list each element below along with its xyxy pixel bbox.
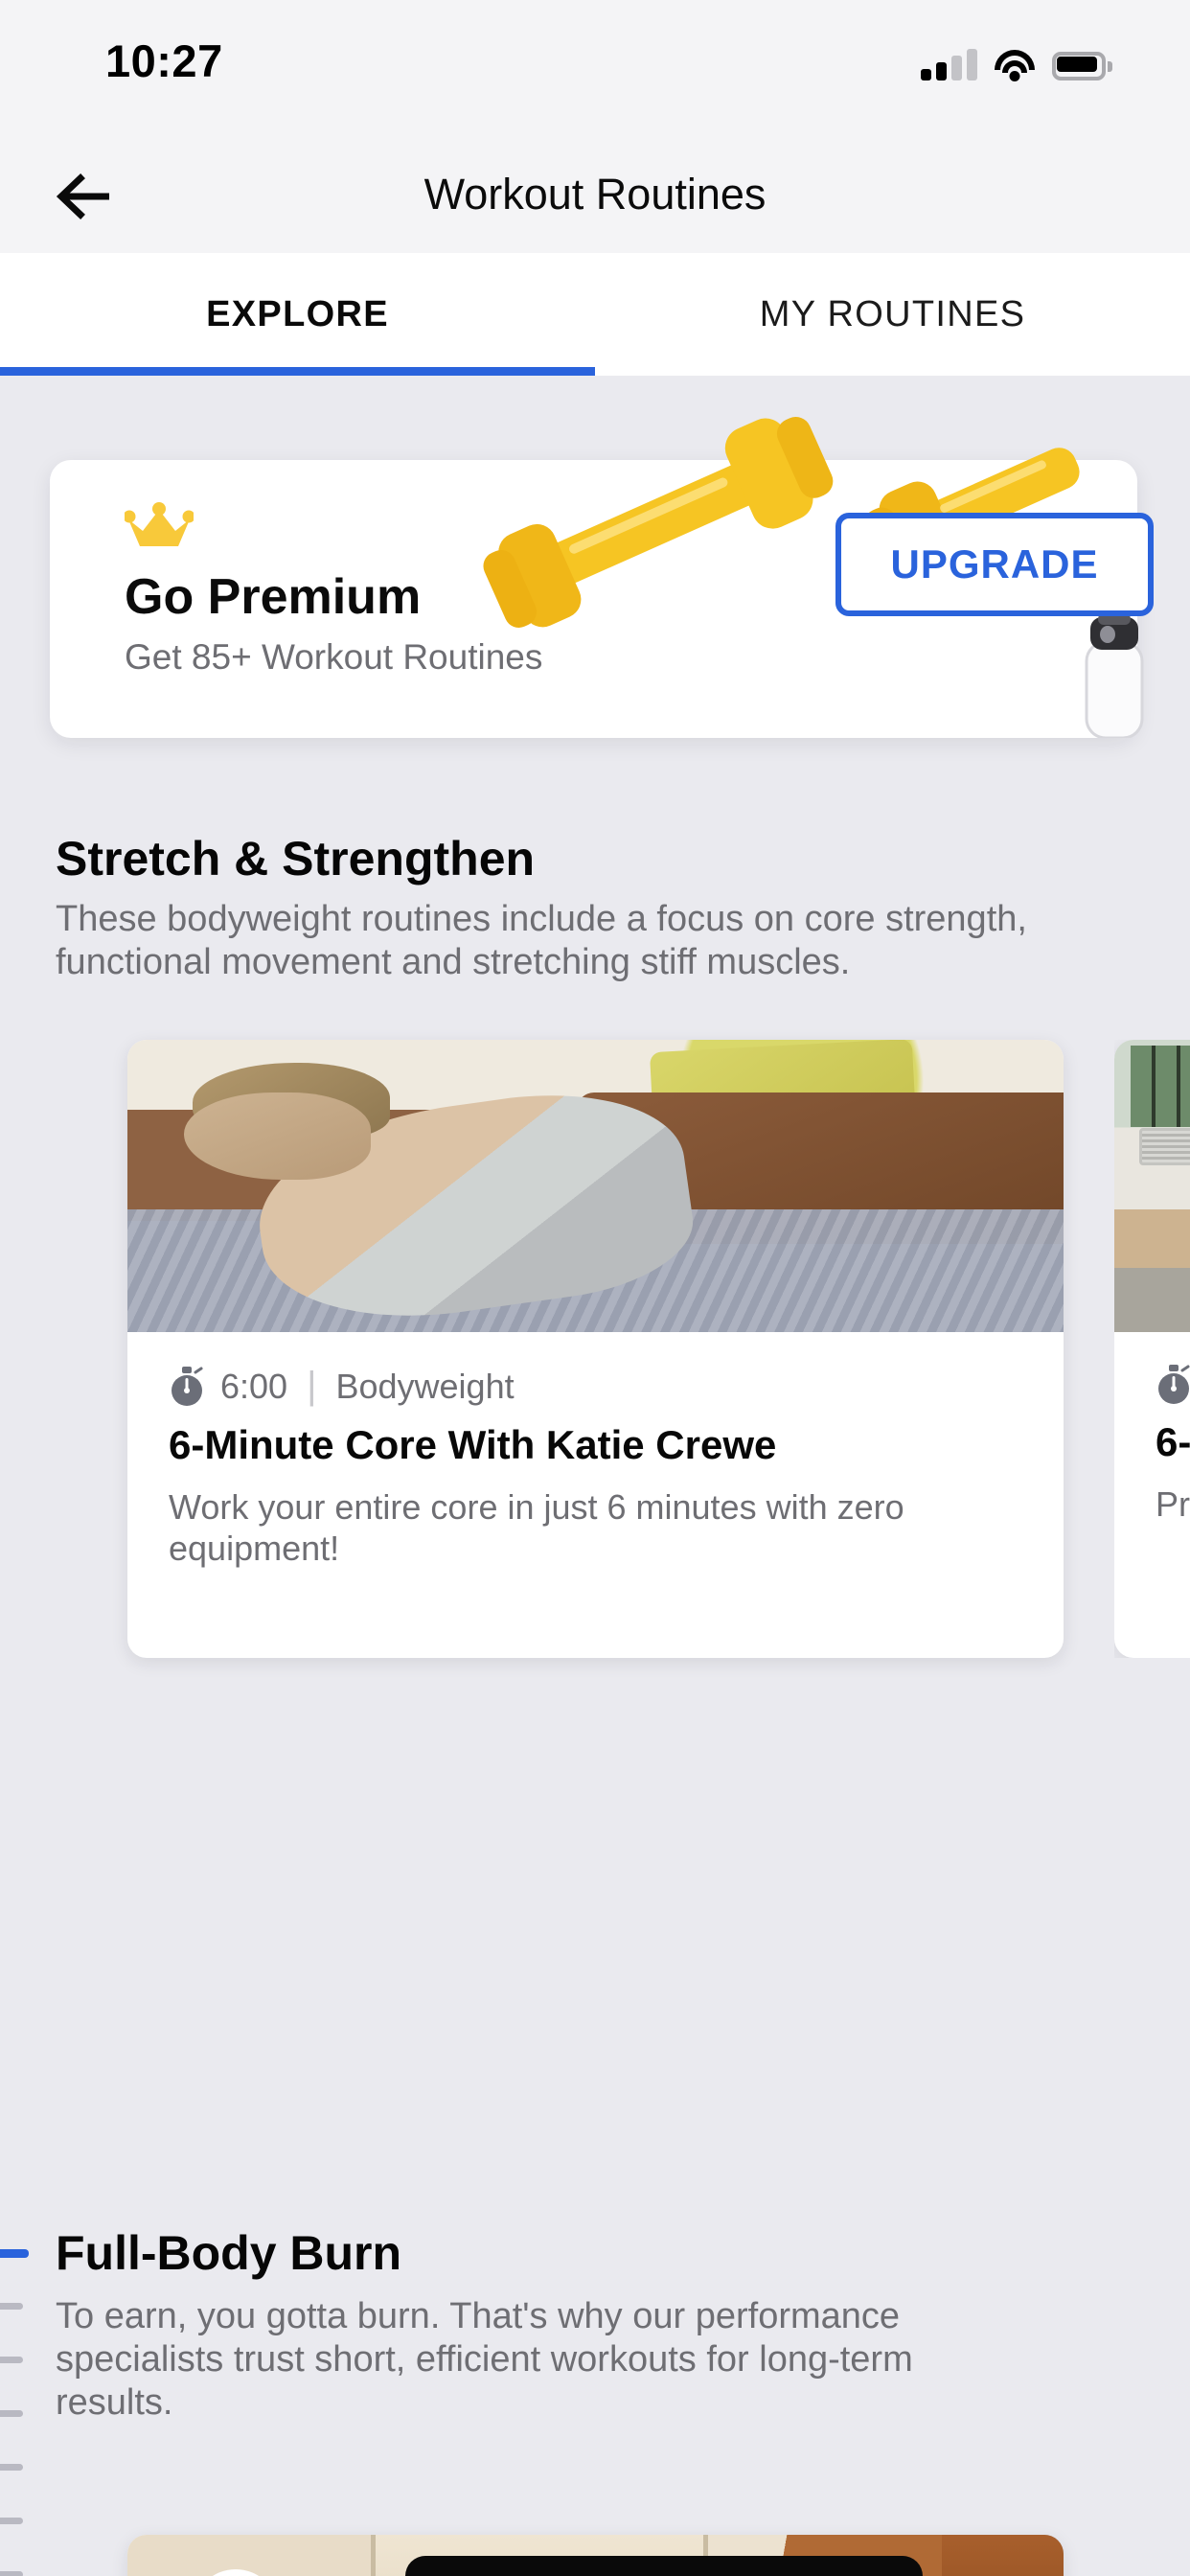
status-bar-indicators [921, 38, 1112, 81]
workout-card-title: 6- [1156, 1419, 1190, 1464]
tab-explore[interactable]: EXPLORE [0, 253, 595, 376]
battery-icon [1052, 52, 1112, 80]
back-arrow-icon[interactable] [52, 163, 119, 230]
workout-card-thumbnail [127, 2535, 1064, 2576]
meta-separator: | [307, 1365, 317, 1407]
section-title-stretch-strengthen: Stretch & Strengthen [56, 832, 536, 886]
tab-active-indicator [0, 367, 595, 376]
workout-card-description: Pr m [1156, 1484, 1190, 1524]
upgrade-button[interactable]: UPGRADE [835, 513, 1154, 616]
wifi-icon [995, 50, 1035, 81]
tab-bar: EXPLORE MY ROUTINES [0, 253, 1190, 376]
section-scroll-rail[interactable] [0, 2249, 29, 2576]
water-bottle-illustration [1085, 613, 1144, 738]
workout-card[interactable]: 6:00 | Bodyweight 6-Minute Core With Kat… [127, 1040, 1064, 1658]
workout-category: Bodyweight [335, 1366, 515, 1406]
workout-card-title: 6-Minute Core With Katie Crewe [169, 1422, 777, 1467]
upgrade-button-label: UPGRADE [890, 541, 1099, 586]
workout-card-meta [1156, 1365, 1190, 1410]
stopwatch-icon [1158, 1365, 1190, 1404]
go-premium-banner[interactable]: Go Premium Get 85+ Workout Routines UPGR… [50, 417, 1154, 738]
workout-card[interactable] [127, 2535, 1064, 2576]
tab-my-routines[interactable]: MY ROUTINES [595, 253, 1190, 376]
video-overlay-bar [405, 2556, 923, 2576]
crown-icon [125, 502, 194, 546]
status-bar: 10:27 [0, 0, 1190, 136]
workout-card-meta: 6:00 | Bodyweight [169, 1365, 515, 1408]
section-title-full-body-burn: Full-Body Burn [56, 2226, 402, 2280]
workout-card-description: Work your entire core in just 6 minutes … [169, 1487, 904, 1569]
promo-title: Go Premium [125, 569, 422, 625]
workout-card-thumbnail [127, 1040, 1064, 1332]
section-description-full-body-burn: To earn, you gotta burn. That's why our … [56, 2296, 913, 2423]
cellular-signal-icon [921, 49, 977, 80]
navigation-bar: Workout Routines [0, 136, 1190, 253]
workout-card-thumbnail [1114, 1040, 1190, 1332]
stopwatch-icon [172, 1366, 203, 1406]
status-bar-clock: 10:27 [105, 35, 223, 86]
page-title: Workout Routines [423, 170, 767, 218]
content-scroll-area[interactable]: Go Premium Get 85+ Workout Routines UPGR… [0, 376, 1190, 2576]
app-screen: 10:27 Workout Routines EXPLORE MY ROUTIN… [0, 0, 1190, 2576]
promo-subtitle: Get 85+ Workout Routines [125, 637, 543, 677]
section-description-stretch-strengthen: These bodyweight routines include a focu… [56, 899, 1027, 982]
workout-card-next-peek[interactable]: 6- Pr m [1114, 1040, 1190, 1658]
workout-duration: 6:00 [220, 1366, 288, 1406]
